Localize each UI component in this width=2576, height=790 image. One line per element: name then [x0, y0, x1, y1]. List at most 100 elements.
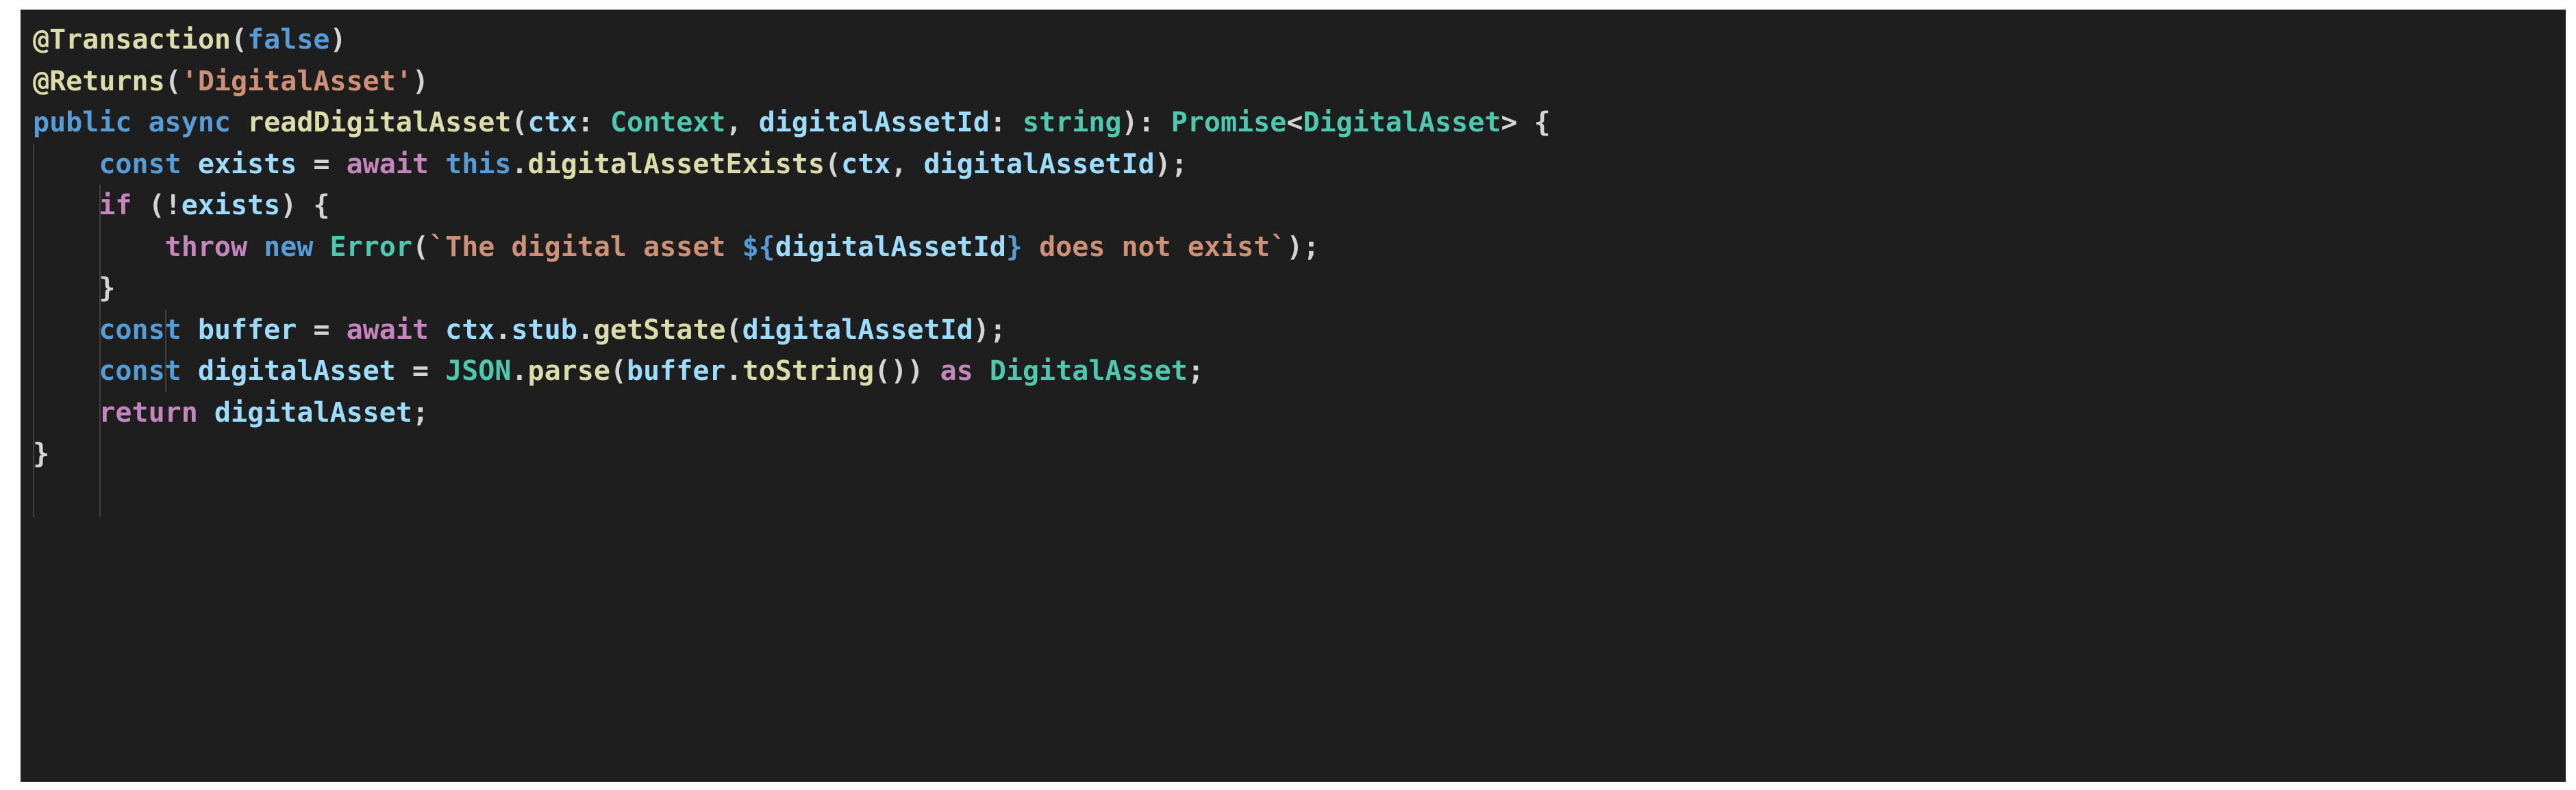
code-token: @Returns [33, 65, 165, 97]
code-token: throw [164, 231, 248, 263]
code-token: = [395, 355, 446, 387]
code-screenshot-root: @Transaction(false) @Returns('DigitalAsse… [0, 0, 2576, 790]
code-token: return [99, 396, 198, 429]
code-token: public [33, 107, 132, 138]
code-token: JSON [445, 355, 512, 387]
code-token: await [346, 148, 429, 180]
code-token: ( [164, 65, 182, 97]
code-token: does not exist` [1023, 231, 1287, 263]
code-line[interactable]: const exists = await this.digitalAssetEx… [33, 144, 2566, 186]
code-token: , [725, 107, 759, 138]
code-token: = [297, 314, 347, 346]
code-token: this [445, 148, 512, 180]
code-token: string [1023, 107, 1122, 138]
code-token: getState [593, 314, 726, 346]
code-token: . [725, 355, 742, 387]
code-token: digitalAsset [214, 396, 412, 429]
code-token: DigitalAsset [989, 355, 1188, 387]
code-token: ) [329, 24, 347, 55]
code-token: ( [230, 24, 248, 55]
code-line[interactable]: const buffer = await ctx.stub.getState(d… [33, 309, 2566, 351]
code-token: `The digital asset [429, 231, 742, 263]
code-token: ctx [527, 107, 577, 138]
code-token: const [99, 355, 182, 387]
code-line[interactable]: @Transaction(false) [33, 19, 2566, 61]
code-token: Error [329, 231, 412, 263]
code-token: await [346, 314, 429, 346]
code-token: digitalAsset [197, 355, 396, 387]
code-token: . [577, 314, 594, 346]
code-line[interactable]: return digitalAsset; [33, 392, 2566, 434]
code-token: @Transaction [33, 24, 231, 55]
code-token: digitalAssetId [758, 107, 990, 138]
code-token: ( [725, 314, 742, 346]
code-token: ) { [280, 190, 330, 221]
code-token: . [511, 355, 528, 387]
code-token: (! [132, 190, 182, 221]
code-token: > { [1501, 107, 1551, 138]
code-token: ; [412, 396, 429, 429]
code-token: . [495, 314, 512, 346]
code-line[interactable]: } [33, 268, 2566, 309]
code-token: const [99, 314, 182, 346]
code-token: as [940, 355, 973, 387]
code-token: Promise [1171, 107, 1287, 138]
code-token: ); [1286, 231, 1320, 263]
code-token: if [99, 190, 132, 221]
code-token: ( [412, 231, 429, 263]
code-line[interactable]: const digitalAsset = JSON.parse(buffer.t… [33, 351, 2566, 392]
code-token: readDigitalAsset [247, 107, 512, 138]
code-token: new [264, 231, 314, 263]
code-token: } [33, 438, 50, 470]
code-token: . [511, 148, 528, 180]
code-token: ) [412, 65, 429, 97]
code-token: < [1286, 107, 1303, 138]
code-line[interactable]: if (!exists) { [33, 185, 2566, 227]
code-token: toString [742, 355, 875, 387]
code-token: ( [825, 148, 842, 180]
code-token: DigitalAsset [1303, 107, 1501, 138]
code-token: stub [511, 314, 577, 346]
code-token: parse [527, 355, 610, 387]
code-token: : [989, 107, 1023, 138]
code-token: ctx [841, 148, 891, 180]
code-token: } [99, 272, 116, 304]
code-token: digitalAssetId [923, 148, 1155, 180]
code-token: ${ [742, 231, 775, 263]
code-line[interactable]: @Returns('DigitalAsset') [33, 61, 2566, 103]
code-content[interactable]: @Transaction(false) @Returns('DigitalAsse… [21, 10, 2566, 475]
code-line[interactable]: public async readDigitalAsset(ctx: Conte… [33, 102, 2566, 144]
code-token: : [577, 107, 610, 138]
code-token: ): [1121, 107, 1171, 138]
code-token: , [890, 148, 924, 180]
code-token: buffer [197, 314, 297, 346]
code-token: exists [197, 148, 297, 180]
code-token: false [247, 24, 330, 55]
code-editor-surface[interactable]: @Transaction(false) @Returns('DigitalAsse… [21, 10, 2566, 782]
code-token: Context [610, 107, 726, 138]
code-token: = [297, 148, 347, 180]
code-token: ( [511, 107, 528, 138]
code-token: async [148, 107, 232, 138]
code-token: const [99, 148, 182, 180]
code-token: ; [1187, 355, 1204, 387]
code-line[interactable]: throw new Error(`The digital asset ${dig… [33, 227, 2566, 268]
code-line[interactable]: } [33, 433, 2566, 475]
